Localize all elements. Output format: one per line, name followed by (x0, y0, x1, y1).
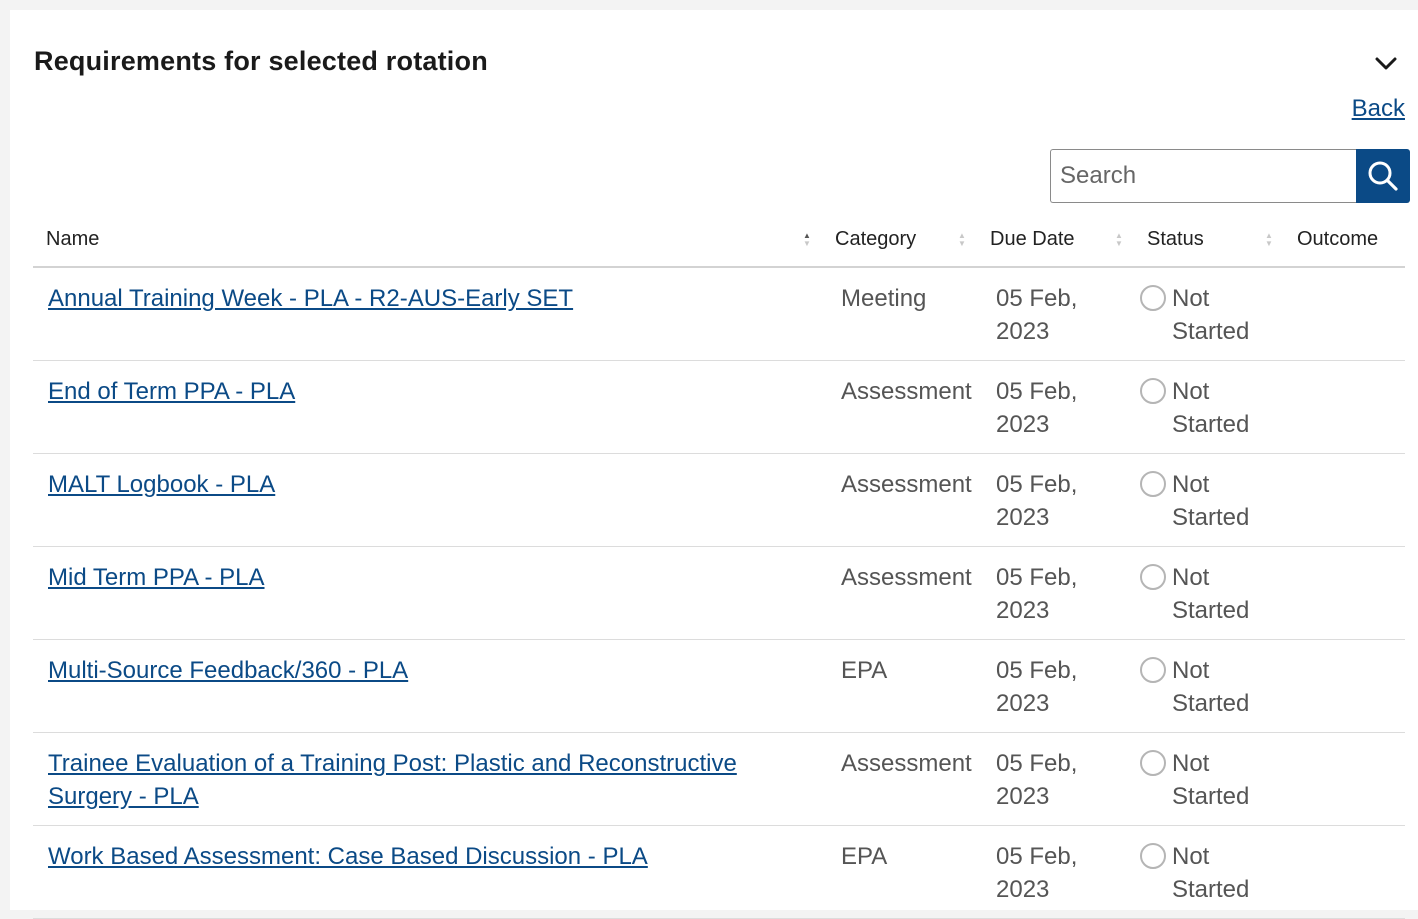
status-circle-icon (1140, 843, 1166, 869)
cell-status: Not Started (1135, 546, 1285, 640)
sort-icon: ▲ ▼ (803, 230, 811, 248)
table-row: MALT Logbook - PLA Assessment 05 Feb, 20… (33, 453, 1405, 547)
cell-due-date: 05 Feb, 2023 (978, 732, 1135, 826)
status-text: Not Started (1172, 564, 1250, 624)
cell-name: End of Term PPA - PLA (33, 360, 823, 454)
status-text: Not Started (1172, 378, 1250, 438)
sort-icon: ▲ ▼ (1115, 230, 1123, 248)
cell-name: Multi-Source Feedback/360 - PLA (33, 639, 823, 733)
table-row: Annual Training Week - PLA - R2-AUS-Earl… (33, 267, 1405, 361)
requirements-table: Name ▲ ▼ Category ▲ ▼ Due Date ▲ ▼ Statu… (33, 213, 1405, 919)
status-text: Not Started (1172, 285, 1250, 345)
cell-name: Annual Training Week - PLA - R2-AUS-Earl… (33, 267, 823, 361)
requirement-link[interactable]: End of Term PPA - PLA (48, 378, 295, 405)
cell-status: Not Started (1135, 732, 1285, 826)
requirement-link[interactable]: Multi-Source Feedback/360 - PLA (48, 657, 408, 684)
sort-icon: ▲ ▼ (958, 230, 966, 248)
status-text: Not Started (1172, 750, 1250, 810)
cell-due-date: 05 Feb, 2023 (978, 825, 1135, 919)
cell-outcome (1285, 453, 1405, 547)
table-row: Multi-Source Feedback/360 - PLA EPA 05 F… (33, 639, 1405, 733)
column-header-label: Name (46, 228, 100, 250)
cell-outcome (1285, 825, 1405, 919)
search-input[interactable] (1050, 149, 1356, 203)
column-header-label: Status (1147, 228, 1204, 250)
requirement-link[interactable]: Annual Training Week - PLA - R2-AUS-Earl… (48, 285, 573, 312)
status-text: Not Started (1172, 843, 1250, 903)
cell-outcome (1285, 546, 1405, 640)
table-row: Work Based Assessment: Case Based Discus… (33, 825, 1405, 919)
requirement-link[interactable]: Mid Term PPA - PLA (48, 564, 265, 591)
cell-name: Mid Term PPA - PLA (33, 546, 823, 640)
cell-due-date: 05 Feb, 2023 (978, 546, 1135, 640)
status-text: Not Started (1172, 657, 1250, 717)
status-text: Not Started (1172, 471, 1250, 531)
table-row: End of Term PPA - PLA Assessment 05 Feb,… (33, 360, 1405, 454)
cell-outcome (1285, 732, 1405, 826)
cell-status: Not Started (1135, 360, 1285, 454)
cell-category: Assessment (823, 453, 978, 547)
back-link[interactable]: Back (1352, 95, 1405, 123)
cell-due-date: 05 Feb, 2023 (978, 267, 1135, 361)
cell-outcome (1285, 267, 1405, 361)
chevron-down-icon (1375, 57, 1397, 70)
search-bar (1050, 149, 1410, 203)
requirement-link[interactable]: Trainee Evaluation of a Training Post: P… (48, 750, 737, 810)
cell-status: Not Started (1135, 825, 1285, 919)
collapse-button[interactable] (1370, 50, 1402, 78)
cell-due-date: 05 Feb, 2023 (978, 453, 1135, 547)
search-icon (1368, 161, 1398, 191)
cell-name: MALT Logbook - PLA (33, 453, 823, 547)
cell-due-date: 05 Feb, 2023 (978, 360, 1135, 454)
cell-name: Trainee Evaluation of a Training Post: P… (33, 732, 823, 826)
requirements-panel: Requirements for selected rotation Back (10, 10, 1418, 919)
status-circle-icon (1140, 750, 1166, 776)
cell-status: Not Started (1135, 453, 1285, 547)
requirement-link[interactable]: Work Based Assessment: Case Based Discus… (48, 843, 648, 870)
column-header-status[interactable]: Status ▲ ▼ (1135, 213, 1285, 268)
cell-category: Assessment (823, 732, 978, 826)
status-circle-icon (1140, 471, 1166, 497)
requirement-link[interactable]: MALT Logbook - PLA (48, 471, 275, 498)
status-circle-icon (1140, 285, 1166, 311)
sort-icon: ▲ ▼ (1265, 230, 1273, 248)
cell-category: EPA (823, 639, 978, 733)
column-header-category[interactable]: Category ▲ ▼ (823, 213, 978, 268)
cell-name: Work Based Assessment: Case Based Discus… (33, 825, 823, 919)
table-row: Mid Term PPA - PLA Assessment 05 Feb, 20… (33, 546, 1405, 640)
cell-due-date: 05 Feb, 2023 (978, 639, 1135, 733)
column-header-outcome[interactable]: Outcome (1285, 213, 1405, 268)
column-header-label: Outcome (1297, 228, 1379, 250)
cell-status: Not Started (1135, 639, 1285, 733)
cell-category: EPA (823, 825, 978, 919)
column-header-name[interactable]: Name ▲ ▼ (33, 213, 823, 268)
status-circle-icon (1140, 657, 1166, 683)
status-circle-icon (1140, 378, 1166, 404)
status-circle-icon (1140, 564, 1166, 590)
cell-category: Assessment (823, 360, 978, 454)
cell-status: Not Started (1135, 267, 1285, 361)
cell-outcome (1285, 360, 1405, 454)
table-row: Trainee Evaluation of a Training Post: P… (33, 732, 1405, 826)
table-header-row: Name ▲ ▼ Category ▲ ▼ Due Date ▲ ▼ Statu… (33, 213, 1405, 268)
cell-category: Assessment (823, 546, 978, 640)
cell-outcome (1285, 639, 1405, 733)
column-header-due-date[interactable]: Due Date ▲ ▼ (978, 213, 1135, 268)
cell-category: Meeting (823, 267, 978, 361)
search-button[interactable] (1356, 149, 1410, 203)
column-header-label: Category (835, 228, 917, 250)
panel-title: Requirements for selected rotation (34, 46, 488, 76)
column-header-label: Due Date (990, 228, 1075, 250)
